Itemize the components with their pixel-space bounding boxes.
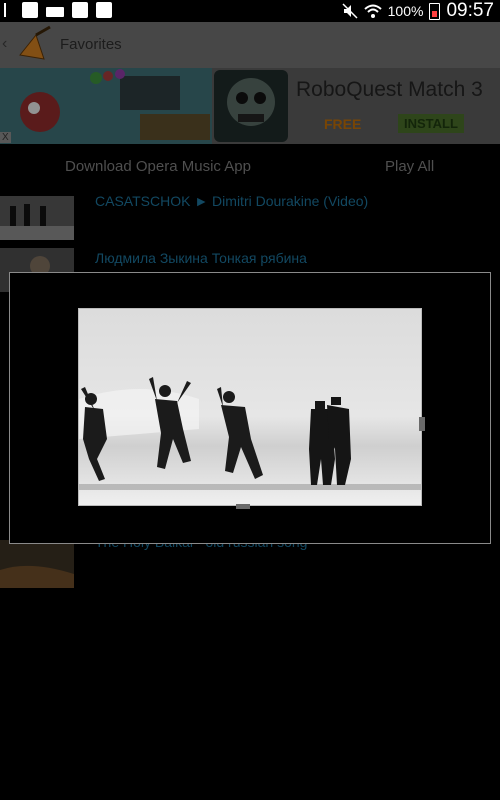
- wifi-icon: [363, 4, 382, 18]
- usb-icon: [4, 3, 14, 17]
- dancing-soldiers-frame: [79, 377, 351, 485]
- clock: 09:57: [446, 0, 494, 21]
- battery-percent: 100%: [387, 3, 424, 19]
- video-resize-handle-right[interactable]: [419, 417, 425, 431]
- notification-icons: [4, 2, 112, 18]
- video-player[interactable]: [78, 308, 422, 506]
- video-resize-handle-bottom[interactable]: [236, 504, 250, 509]
- sd-card-icon: [22, 2, 38, 18]
- clipboard-check-icon-2: [96, 2, 112, 18]
- status-bar: 100% 09:57: [0, 0, 500, 22]
- system-icons: 100% 09:57: [342, 0, 494, 22]
- battery-icon: [429, 2, 441, 20]
- mute-icon: [342, 3, 358, 19]
- bed-icon: [46, 7, 64, 17]
- clipboard-check-icon: [72, 2, 88, 18]
